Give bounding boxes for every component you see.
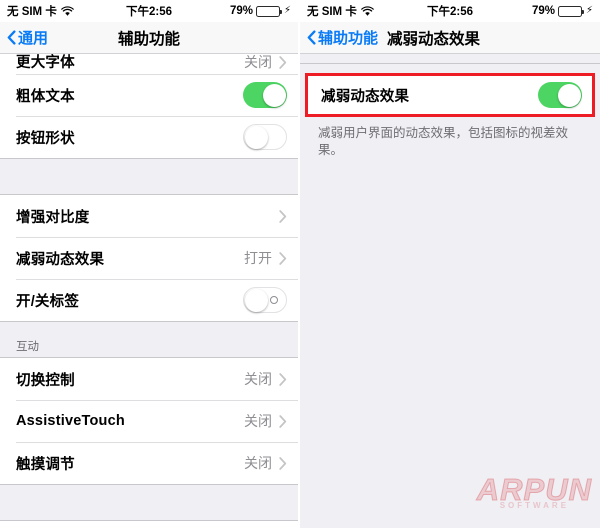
toggle-knob xyxy=(557,83,581,107)
dual-screenshot-container: 无 SIM 卡 下午2:56 79% ⚡ 通用 辅助功能 更大字体 关闭 粗体文… xyxy=(0,0,600,528)
group-spacer xyxy=(0,159,298,194)
chevron-left-icon xyxy=(7,30,16,45)
wifi-icon xyxy=(360,5,374,17)
list-item-on-off-labels[interactable]: 开/关标签 xyxy=(0,279,298,321)
list-item-increase-contrast[interactable]: 增强对比度 xyxy=(0,195,298,237)
lightning-bolt-icon: ⚡ xyxy=(585,5,593,16)
list-item-label: 增强对比度 xyxy=(16,209,90,226)
list-item-label: 粗体文本 xyxy=(16,88,75,105)
list-item-accessory: 打开 xyxy=(244,248,287,268)
nav-bar-right: 辅助功能 减弱动态效果 xyxy=(300,22,600,54)
toggle-knob xyxy=(244,288,268,312)
status-bar-right-group: 79% ⚡ xyxy=(532,5,593,17)
status-bar-left: 无 SIM 卡 下午2:56 79% ⚡ xyxy=(0,0,298,22)
list-item-label: 切换控制 xyxy=(16,372,75,389)
section-header-interaction: 互动 xyxy=(0,322,298,357)
chevron-right-icon xyxy=(279,456,287,470)
list-item-reduce-motion[interactable]: 减弱动态效果 打开 xyxy=(0,237,298,279)
list-item-value: 关闭 xyxy=(244,54,272,70)
highlight-callout-box: 减弱动态效果 xyxy=(305,73,595,117)
battery-icon xyxy=(255,5,283,17)
back-button[interactable]: 辅助功能 xyxy=(307,27,378,48)
list-item-label: 按钮形状 xyxy=(16,130,75,147)
list-item-value: 关闭 xyxy=(244,371,272,387)
list-item-reduce-motion[interactable]: 减弱动态效果 xyxy=(308,76,592,114)
list-item-accessory xyxy=(243,124,287,150)
status-bar-left-group: 无 SIM 卡 xyxy=(7,3,74,19)
battery-percent-label: 79% xyxy=(531,5,555,17)
list-item-accessory: 关闭 xyxy=(244,453,287,473)
battery-icon xyxy=(557,5,585,17)
list-item-label: 减弱动态效果 xyxy=(321,88,410,105)
group-spacer xyxy=(0,485,298,520)
list-top-spacer xyxy=(300,54,600,64)
list-item-value: 打开 xyxy=(244,250,272,266)
carrier-label: 无 SIM 卡 xyxy=(307,6,357,18)
status-bar-right-group: 79% ⚡ xyxy=(230,5,291,17)
back-button-label: 通用 xyxy=(18,30,49,47)
right-phone-screen: 无 SIM 卡 下午2:56 79% ⚡ 辅助功能 减弱动态效果 减弱动态效果 … xyxy=(300,0,600,528)
list-item-label: 触摸调节 xyxy=(16,456,75,473)
list-item-value: 关闭 xyxy=(244,455,272,471)
settings-group-keyboard: 键盘 xyxy=(0,520,298,528)
settings-group-display: 更大字体 关闭 粗体文本 按钮形状 xyxy=(0,54,298,159)
list-item-accessory: 关闭 xyxy=(244,411,287,431)
back-button[interactable]: 通用 xyxy=(7,27,48,48)
list-item-bold-text[interactable]: 粗体文本 xyxy=(0,74,298,116)
page-title: 减弱动态效果 xyxy=(387,30,481,48)
toggle-knob xyxy=(244,125,268,149)
status-bar-right: 无 SIM 卡 下午2:56 79% ⚡ xyxy=(300,0,600,22)
list-item-label: 开/关标签 xyxy=(16,293,80,310)
list-item-label: 减弱动态效果 xyxy=(16,251,105,268)
settings-group-contrast: 增强对比度 减弱动态效果 打开 开/关标签 xyxy=(0,194,298,322)
chevron-right-icon xyxy=(279,209,287,223)
label-off-circle-icon xyxy=(270,296,278,304)
chevron-right-icon xyxy=(279,55,287,69)
toggle-button-shapes[interactable] xyxy=(243,124,287,150)
list-item-accessory xyxy=(272,209,287,223)
left-phone-screen: 无 SIM 卡 下午2:56 79% ⚡ 通用 辅助功能 更大字体 关闭 粗体文… xyxy=(0,0,300,528)
list-item-accessory xyxy=(243,287,287,313)
battery-percent-label: 79% xyxy=(229,5,253,17)
settings-list-left[interactable]: 更大字体 关闭 粗体文本 按钮形状 增强对比度 减弱动态效果 打开 开/关标签 … xyxy=(0,54,298,528)
status-bar-left-group: 无 SIM 卡 xyxy=(307,3,374,19)
toggle-reduce-motion[interactable] xyxy=(538,82,582,108)
list-item-accessory: 关闭 xyxy=(244,369,287,389)
nav-bar-left: 通用 辅助功能 xyxy=(0,22,298,54)
list-item-label: 更大字体 xyxy=(16,55,75,71)
chevron-right-icon xyxy=(279,414,287,428)
settings-group-interaction: 切换控制 关闭 AssistiveTouch 关闭 触摸调节 关闭 xyxy=(0,357,298,485)
list-item-larger-text[interactable]: 更大字体 关闭 xyxy=(0,54,298,74)
list-item-accessory xyxy=(243,82,287,108)
list-item-accessory: 关闭 xyxy=(244,54,287,72)
list-item-label: AssistiveTouch xyxy=(16,413,125,429)
list-item-button-shapes[interactable]: 按钮形状 xyxy=(0,116,298,158)
list-item-keyboard[interactable]: 键盘 xyxy=(0,521,298,528)
list-item-assistivetouch[interactable]: AssistiveTouch 关闭 xyxy=(0,400,298,442)
footer-description: 减弱用户界面的动态效果，包括图标的视差效果。 xyxy=(318,126,569,157)
wifi-icon xyxy=(60,5,74,17)
list-item-value: 关闭 xyxy=(244,413,272,429)
list-item-switch-control[interactable]: 切换控制 关闭 xyxy=(0,358,298,400)
list-item-accessory xyxy=(538,82,582,108)
back-button-label: 辅助功能 xyxy=(318,30,379,47)
toggle-on-off-labels[interactable] xyxy=(243,287,287,313)
chevron-right-icon xyxy=(279,372,287,386)
toggle-bold-text[interactable] xyxy=(243,82,287,108)
toggle-knob xyxy=(262,83,286,107)
lightning-bolt-icon: ⚡ xyxy=(283,5,291,16)
list-item-touch-accommodations[interactable]: 触摸调节 关闭 xyxy=(0,442,298,484)
chevron-left-icon xyxy=(307,30,316,45)
chevron-right-icon xyxy=(279,251,287,265)
carrier-label: 无 SIM 卡 xyxy=(7,6,57,18)
settings-list-right[interactable]: 减弱动态效果 减弱用户界面的动态效果，包括图标的视差效果。 xyxy=(300,54,600,528)
